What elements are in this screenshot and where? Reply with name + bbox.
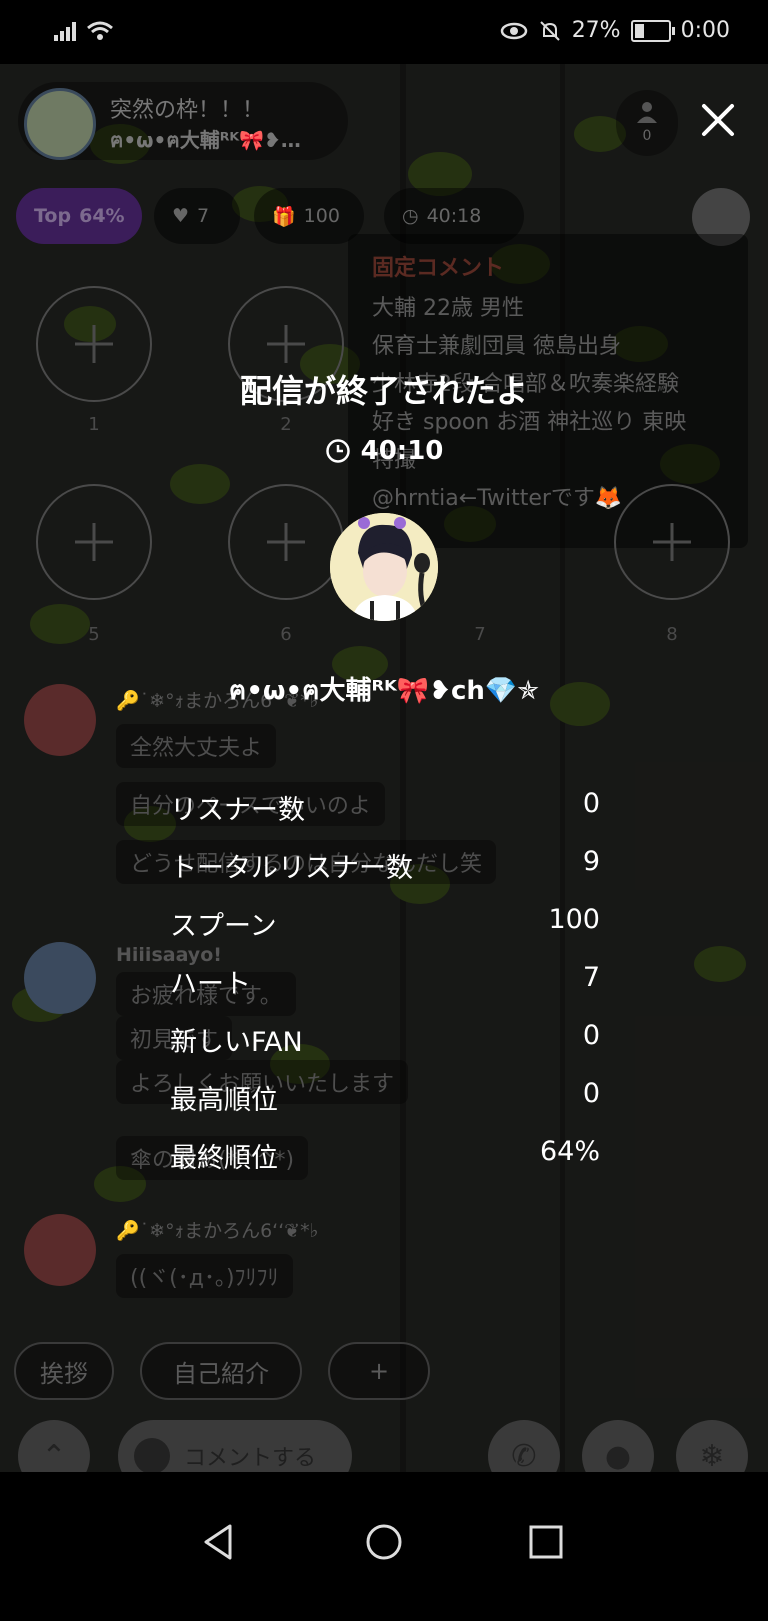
seat-5[interactable] <box>36 484 152 600</box>
seat-number: 1 <box>88 414 100 435</box>
stat-row-spoons: スプーン 100 <box>170 904 600 962</box>
host-avatar <box>24 88 96 160</box>
message-author: 🔑˙❄︎°ｫまかろん6ʻʻ❦*♭ <box>116 1220 319 1242</box>
host-pill[interactable]: 突然の枠！！！ ฅ•ω•ฅ大輔ᴿᴷ🎀❥… <box>18 82 348 160</box>
stat-value: 7 <box>582 962 600 993</box>
broadcast-duration: 40:10 <box>0 436 768 466</box>
person-icon <box>637 102 657 123</box>
listener-badge[interactable]: 0 <box>616 90 678 156</box>
ended-title: 配信が終了されたよ <box>239 372 528 410</box>
battery-icon <box>630 19 675 42</box>
dj-avatar-illustration <box>330 513 438 621</box>
status-left <box>54 20 114 42</box>
stat-label: スプーン <box>170 911 277 942</box>
room-title: 突然の枠！！！ <box>110 98 265 123</box>
eye-icon <box>500 22 527 39</box>
listener-count: 0 <box>642 128 652 144</box>
message-bubble: ((ヾ(･д･｡)ﾌﾘﾌﾘ <box>116 1254 293 1298</box>
heart-icon: ♥ <box>172 205 190 227</box>
spoon-chip[interactable]: 🎁 100 <box>254 188 364 244</box>
pinned-line: 大輔 22歳 男性 <box>372 296 524 321</box>
message-avatar[interactable] <box>24 1214 96 1286</box>
quick-reply-add[interactable]: + <box>328 1342 430 1400</box>
stat-row-hearts: ハート 7 <box>170 962 600 1020</box>
stat-row-final-rank: 最終順位 64% <box>170 1136 600 1194</box>
seat-8[interactable] <box>614 484 730 600</box>
recents-icon[interactable] <box>526 1522 566 1562</box>
stat-label: 最終順位 <box>170 1143 278 1174</box>
stat-value: 0 <box>582 788 600 819</box>
quick-reply-greeting[interactable]: 挨拶 <box>14 1342 114 1400</box>
stat-row-total-listeners: トータルリスナー数 9 <box>170 846 600 904</box>
clock-icon <box>325 439 350 463</box>
stat-value: 100 <box>548 904 600 935</box>
top-label: Top <box>34 205 72 227</box>
elapsed-time: 40:18 <box>426 205 482 227</box>
timer-icon: ◷ <box>402 205 419 227</box>
stat-value: 64% <box>539 1136 600 1167</box>
signal-icon <box>54 22 76 41</box>
comment-input[interactable]: コメントする <box>118 1420 352 1472</box>
heart-count: 7 <box>197 205 210 227</box>
pinned-title: 固定コメント <box>372 256 505 281</box>
message-avatar[interactable] <box>24 942 96 1014</box>
stat-label: 新しいFAN <box>170 1027 303 1058</box>
back-icon[interactable] <box>200 1522 240 1562</box>
battery-percent: 27% <box>571 18 621 43</box>
comment-placeholder: コメントする <box>184 1446 317 1471</box>
spoon-count: 100 <box>303 205 340 227</box>
gift-icon: 🎁 <box>272 205 296 228</box>
live-room-background: 突然の枠！！！ ฅ•ω•ฅ大輔ᴿᴷ🎀❥… 0 Top 64% ♥ 7 🎁 100… <box>0 64 768 1472</box>
stat-row-highest-rank: 最高順位 0 <box>170 1078 600 1136</box>
dj-name: ฅ•ω•ฅ大輔ᴿᴷ🎀❥ch💎✯ <box>228 676 540 706</box>
seat-number: 7 <box>474 624 486 645</box>
status-right: 27% 0:00 <box>500 18 730 43</box>
heart-chip[interactable]: ♥ 7 <box>154 188 240 244</box>
stat-label: リスナー数 <box>170 795 305 826</box>
navigation-bar <box>0 1472 768 1621</box>
seat-number: 2 <box>280 414 292 435</box>
stat-value: 9 <box>582 846 600 877</box>
stat-row-new-fans: 新しいFAN 0 <box>170 1020 600 1078</box>
mute-icon <box>539 20 560 41</box>
top-rank: 64% <box>79 205 125 227</box>
seat-number: 6 <box>280 624 292 645</box>
home-icon[interactable] <box>364 1522 404 1562</box>
stat-value: 0 <box>582 1078 600 1109</box>
duration-value: 40:10 <box>360 436 444 466</box>
pinned-line: 保育士兼劇団員 徳島出身 <box>372 334 621 359</box>
rank-chip[interactable]: Top 64% <box>16 188 142 244</box>
comment-icon <box>134 1438 170 1472</box>
seat-number: 5 <box>88 624 100 645</box>
clock-time: 0:00 <box>680 18 730 43</box>
seat-6[interactable] <box>228 484 344 600</box>
quick-reply-intro[interactable]: 自己紹介 <box>140 1342 302 1400</box>
broadcast-stats: リスナー数 0 トータルリスナー数 9 スプーン 100 ハート 7 新しいFA… <box>170 788 600 1194</box>
close-icon[interactable] <box>700 102 736 138</box>
message-bubble: 全然大丈夫よ <box>116 724 277 768</box>
stat-label: トータルリスナー数 <box>170 853 413 884</box>
wifi-icon <box>87 21 113 40</box>
stat-label: 最高順位 <box>170 1085 278 1116</box>
stat-row-listeners: リスナー数 0 <box>170 788 600 846</box>
stat-value: 0 <box>582 1020 600 1051</box>
stat-label: ハート <box>170 969 251 1000</box>
dj-avatar <box>330 513 438 621</box>
status-bar: 27% 0:00 <box>0 0 768 64</box>
seat-number: 8 <box>666 624 678 645</box>
host-name: ฅ•ω•ฅ大輔ᴿᴷ🎀❥… <box>110 128 301 152</box>
